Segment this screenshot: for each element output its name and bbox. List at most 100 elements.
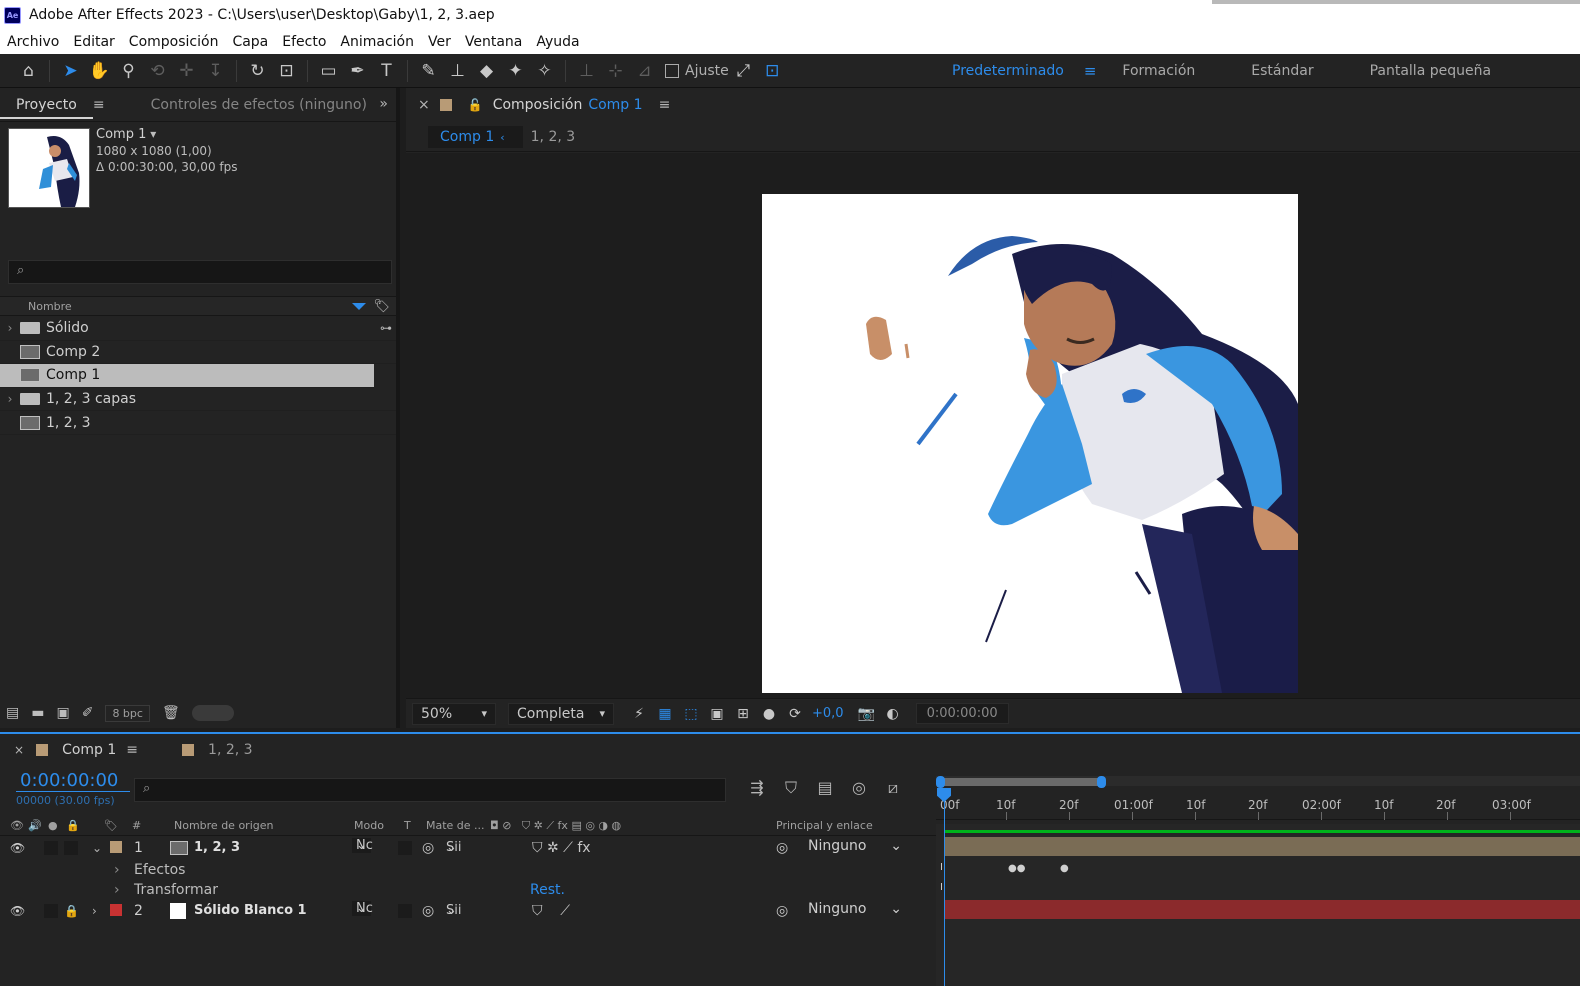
axis-world-icon[interactable]: ⊹ [601, 57, 630, 85]
dolly-camera-icon[interactable]: ↧ [201, 57, 230, 85]
keyframe-marker[interactable]: I [940, 882, 943, 893]
layer-row-1[interactable]: 👁 ⌄ 1 1, 2, 3 Nc ⌄ ◎ Sii ⌄ ⛉ ✲ ⟋ fx ◎ Ni… [0, 837, 936, 858]
layer-1-duration-bar[interactable] [944, 837, 1580, 856]
new-folder-icon[interactable]: ▬ [31, 705, 44, 721]
rotation-tool-icon[interactable]: ↻ [243, 57, 272, 85]
layer-name[interactable]: Sólido Blanco 1 [194, 903, 307, 918]
show-snapshot-icon[interactable]: ◐ [880, 706, 906, 722]
project-item-123-capas[interactable]: › 1, 2, 3 capas [0, 388, 396, 412]
matte-dropdown[interactable]: Sii ⌄ [446, 903, 461, 918]
time-navigator-range[interactable] [940, 778, 1102, 786]
label-tag-icon[interactable]: 🏷 [373, 299, 390, 314]
timeline-tab-comp1[interactable]: Comp 1 [62, 742, 116, 758]
frame-blending-icon[interactable]: ▤ [812, 778, 838, 798]
timeline-graph-area[interactable]: 00f 10f 20f 01:00f 10f 20f 02:00f 10f 20… [936, 766, 1580, 986]
expand-chevron-icon[interactable]: › [92, 904, 97, 918]
region-of-interest-icon[interactable]: ▣ [704, 706, 730, 722]
column-matte[interactable]: Mate de ... [426, 819, 485, 832]
keyframe-marker[interactable]: ● [1060, 863, 1069, 874]
expand-chevron-icon[interactable]: ⌄ [92, 841, 102, 855]
color-channels-icon[interactable]: ● [756, 706, 782, 722]
transparency-grid-icon[interactable]: ▦ [652, 706, 678, 722]
resolution-dropdown[interactable]: Completa ▾ [508, 702, 614, 725]
anchor-point-tool-icon[interactable]: ⊡ [272, 57, 301, 85]
lock-icon[interactable]: 🔓 [468, 98, 483, 112]
workspace-formacion[interactable]: Formación [1122, 63, 1195, 79]
graph-editor-icon[interactable]: ⧄ [880, 778, 906, 798]
parent-pickwhip-icon[interactable]: ◎ [776, 903, 788, 919]
new-comp-icon[interactable]: ▣ [56, 705, 69, 721]
lock-switch[interactable] [64, 841, 78, 855]
close-icon[interactable]: × [418, 97, 430, 113]
pen-tool-icon[interactable]: ✒ [343, 57, 372, 85]
menu-editar[interactable]: Editar [66, 34, 121, 50]
pan-camera-icon[interactable]: ✛ [172, 57, 201, 85]
zoom-dropdown[interactable]: 50% ▾ [412, 702, 496, 725]
layer-effects-group[interactable]: › Efectos [0, 860, 936, 881]
motion-blur-icon[interactable]: ◎ [846, 778, 872, 798]
menu-ayuda[interactable]: Ayuda [529, 34, 586, 50]
layer-2-duration-bar[interactable] [944, 900, 1580, 919]
puppet-pin-icon[interactable]: ✧ [530, 57, 559, 85]
layer-mode-dropdown[interactable]: Nc ⌄ [352, 901, 373, 916]
bit-depth-button[interactable]: 8 bpc [105, 704, 150, 722]
hand-tool-icon[interactable]: ✋ [85, 57, 114, 85]
shy-layers-icon[interactable]: ⛉ [778, 778, 804, 798]
preserve-transparency-switch[interactable] [398, 841, 412, 855]
matte-link-icon[interactable]: ◎ [422, 903, 434, 919]
solo-switch[interactable] [44, 841, 58, 855]
tab-proyecto[interactable]: Proyecto [0, 97, 93, 119]
axis-local-icon[interactable]: ⊥ [572, 57, 601, 85]
column-source-name[interactable]: Nombre de origen [174, 819, 273, 832]
timeline-current-time[interactable]: 0:00:00:00 [20, 770, 118, 791]
viewer-timecode[interactable]: 0:00:00:00 [915, 703, 1009, 724]
snapping-checkbox[interactable] [665, 63, 679, 78]
clone-stamp-icon[interactable]: ⊥ [443, 57, 472, 85]
project-item-solido[interactable]: › Sólido ⊶ [0, 317, 396, 341]
adjust-icon[interactable]: ✐ [82, 705, 94, 721]
reset-exposure-icon[interactable]: ⟳ [782, 706, 808, 722]
trash-icon[interactable]: 🗑 [162, 705, 180, 721]
menu-animacion[interactable]: Animación [333, 34, 421, 50]
thumbnail-slider[interactable] [191, 705, 234, 721]
workspace-pantalla-pequena[interactable]: Pantalla pequeña [1370, 63, 1491, 79]
composition-tab-name[interactable]: Comp 1 [588, 97, 642, 113]
roto-brush-icon[interactable]: ✦ [501, 57, 530, 85]
playhead[interactable] [944, 788, 945, 986]
snapshot-camera-icon[interactable]: 📷 [854, 706, 880, 722]
workspace-menu-icon[interactable]: ≡ [1084, 62, 1097, 80]
sort-indicator-icon[interactable] [352, 303, 366, 310]
type-tool-icon[interactable]: T [372, 57, 401, 85]
project-search-input[interactable]: ⌕ [8, 260, 392, 284]
project-item-123[interactable]: 1, 2, 3 [0, 411, 396, 435]
keyframe-marker[interactable]: I [940, 862, 943, 873]
home-icon[interactable]: ⌂ [14, 57, 43, 85]
column-nombre[interactable]: Nombre [28, 300, 72, 313]
snapping-toggle[interactable]: Ajuste [665, 63, 729, 79]
selection-tool-icon[interactable]: ➤ [56, 57, 85, 85]
layer-label-color[interactable] [110, 841, 122, 853]
breadcrumb-123[interactable]: 1, 2, 3 [531, 129, 576, 145]
flowchart-icon[interactable]: ⊶ [380, 321, 392, 335]
composition-canvas[interactable] [762, 194, 1298, 693]
label-tag-icon[interactable]: 🏷 [104, 819, 118, 832]
composition-flowchart-icon[interactable]: ⇶ [744, 778, 770, 798]
expand-chevron-icon[interactable]: › [114, 882, 120, 898]
visibility-icon[interactable]: 👁 [10, 841, 25, 855]
work-area-bar[interactable] [944, 830, 1580, 833]
menu-ver[interactable]: Ver [421, 34, 458, 50]
keyframe-marker[interactable]: ●● [1008, 863, 1025, 874]
close-icon[interactable]: × [14, 743, 24, 757]
eraser-tool-icon[interactable]: ◆ [472, 57, 501, 85]
audio-icon[interactable]: 🔊 [28, 819, 42, 832]
fast-previews-icon[interactable]: ⚡ [626, 706, 652, 722]
column-parent[interactable]: Principal y enlace [776, 819, 873, 832]
layer-switches[interactable]: ⛉ ⟋ [532, 903, 570, 919]
zoom-tool-icon[interactable]: ⚲ [114, 57, 143, 85]
timeline-menu-icon[interactable]: ≡ [126, 742, 138, 758]
menu-ventana[interactable]: Ventana [458, 34, 530, 50]
brush-tool-icon[interactable]: ✎ [414, 57, 443, 85]
time-navigator-start-handle[interactable] [936, 776, 945, 788]
timeline-tab-123[interactable]: 1, 2, 3 [208, 742, 253, 758]
rectangle-tool-icon[interactable]: ▭ [314, 57, 343, 85]
